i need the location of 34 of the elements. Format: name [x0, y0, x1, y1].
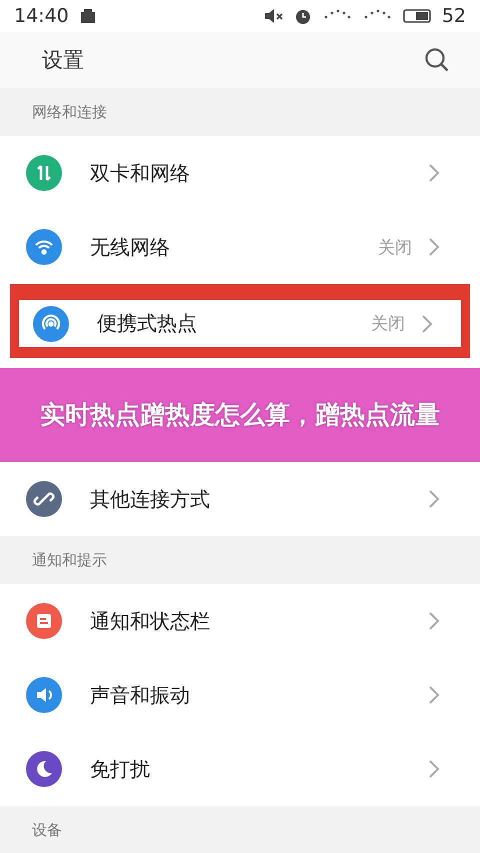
speaker-icon	[26, 677, 62, 713]
arrows-icon	[26, 155, 62, 191]
setting-label: 无线网络	[90, 234, 171, 260]
hotspot-icon	[33, 306, 69, 342]
page-title: 设置	[42, 47, 84, 74]
wifi-icon	[26, 229, 62, 265]
setting-label: 其他连接方式	[90, 486, 211, 512]
setting-label: 双卡和网络	[90, 160, 191, 186]
chevron-icon	[428, 163, 440, 183]
section-title: 设备	[32, 820, 62, 840]
setting-label: 免打扰	[90, 756, 151, 782]
battery-icon	[402, 8, 432, 24]
mute-icon	[264, 8, 284, 24]
search-icon[interactable]	[424, 47, 450, 73]
chevron-icon	[428, 611, 440, 631]
chevron-icon	[428, 489, 440, 509]
setting-label: 声音和振动	[90, 682, 191, 708]
setting-label: 通知和状态栏	[90, 608, 211, 634]
chevron-icon	[428, 237, 440, 257]
link-icon	[26, 481, 62, 517]
setting-value: 关闭	[378, 236, 412, 258]
moon-icon	[26, 751, 62, 787]
highlighted-settings-row[interactable]: 便携式热点 关闭	[10, 284, 470, 358]
setting-label: 便携式热点	[97, 310, 198, 337]
banner-text: 实时热点蹭热度怎么算，蹭热点流量	[40, 399, 440, 432]
battery-level: 52	[442, 5, 466, 27]
chevron-icon	[421, 314, 433, 334]
chevron-icon	[428, 759, 440, 779]
alarm-icon	[294, 7, 312, 25]
chevron-icon	[428, 685, 440, 705]
section-title: 网络和连接	[32, 102, 107, 122]
setting-value: 关闭	[371, 313, 405, 335]
status-time: 14:40	[14, 5, 69, 27]
section-title: 通知和提示	[32, 550, 107, 570]
